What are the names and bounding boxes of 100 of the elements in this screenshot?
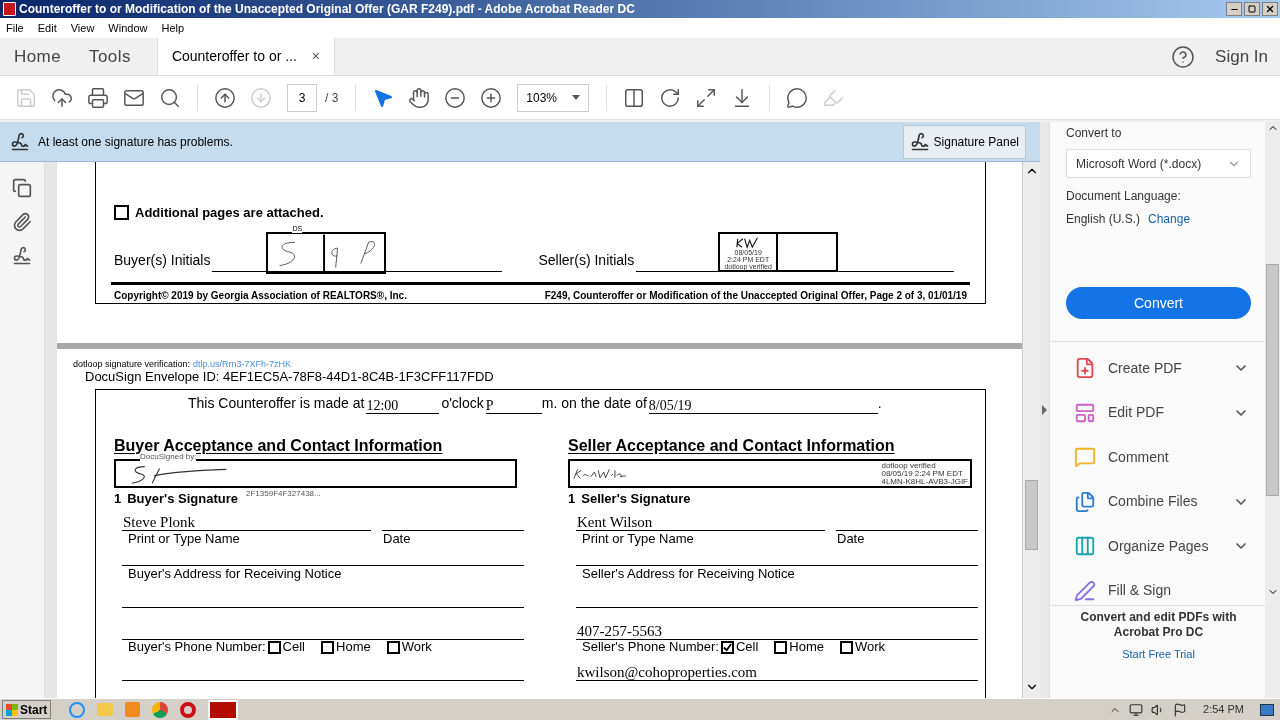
language-value: English (U.S.): [1066, 211, 1141, 228]
form-text: This Counteroffer is made at: [188, 394, 365, 413]
close-tab-button[interactable]: ×: [311, 46, 320, 67]
page-number-field[interactable]: 3: [287, 83, 317, 112]
nav-tab[interactable]: Home: [0, 38, 76, 75]
field-label: Buyer(s) Initials: [114, 251, 211, 270]
caret-icon: [572, 95, 581, 100]
fill-in-line: P: [485, 398, 542, 414]
email-value: kwilson@cohoproperties.com: [576, 664, 758, 680]
banner-message: At least one signature has problems.: [38, 133, 233, 151]
tool-label: Create PDF: [1108, 358, 1183, 378]
format-dropdown[interactable]: Microsoft Word (*.docx): [1066, 149, 1251, 178]
option-label: Cell: [735, 639, 759, 655]
form-text: o'clock: [441, 394, 484, 413]
section-heading: Buyer Acceptance and Contact Information: [114, 436, 444, 454]
menu-item[interactable]: Edit: [37, 19, 57, 37]
phone-value: 407-257-5563: [576, 623, 662, 639]
tool-label: Combine Files: [1108, 492, 1199, 512]
line-number: 1: [114, 491, 122, 506]
verification-link[interactable]: dtlp.us/Rrn3-7XFh-7zHK: [193, 359, 292, 369]
fill-in-line: 12:00: [366, 398, 440, 414]
menu-item[interactable]: Help: [161, 19, 185, 37]
convert-button[interactable]: Convert: [1066, 287, 1251, 319]
show-desktop-icon[interactable]: [1260, 703, 1274, 716]
footer-text: Copyright© 2019 by Georgia Association of REALTORS®, Inc.: [114, 289, 407, 303]
pen-icon: [1074, 579, 1096, 602]
signature-warning-icon: [10, 131, 30, 152]
stamp-label: 2F1359F4F327438...: [246, 489, 321, 498]
restore-button[interactable]: [1244, 2, 1260, 16]
close-icon: [1265, 4, 1275, 14]
network-icon[interactable]: [1129, 702, 1144, 717]
section-heading: Seller Acceptance and Contact Information: [568, 436, 896, 456]
signature-icon[interactable]: [12, 246, 32, 266]
field-label: Print or Type Name: [582, 531, 695, 547]
signature-panel-button[interactable]: Signature Panel: [902, 124, 1026, 159]
pdf-icon: [3, 2, 16, 16]
pages-icon: [1074, 535, 1096, 558]
pages-icon[interactable]: [12, 178, 32, 198]
option-label: Cell: [282, 639, 305, 655]
tool-label: Fill & Sign: [1108, 581, 1173, 601]
acrobat-taskbar-icon[interactable]: [208, 699, 239, 720]
tool-item[interactable]: Combine Files: [1066, 479, 1251, 524]
attachment-icon[interactable]: [12, 212, 32, 232]
field-label: Document Language:: [1066, 188, 1182, 205]
scroll-thumb[interactable]: [1025, 480, 1038, 550]
file-plus-icon: [1074, 357, 1096, 380]
menu-item[interactable]: File: [6, 19, 24, 37]
tab-label: Counteroffer to or ...: [171, 47, 297, 66]
signature-icon: [909, 131, 930, 152]
tool-label: Edit PDF: [1108, 403, 1165, 423]
option-label: Home: [789, 639, 824, 655]
option-label: Work: [855, 639, 886, 655]
field-label: Buyer's Phone Number:: [128, 639, 266, 655]
tool-item[interactable]: Organize Pages: [1066, 524, 1251, 569]
field-label: Convert to: [1066, 125, 1123, 142]
field-label: Date: [837, 531, 865, 547]
panel-collapse-handle[interactable]: [1040, 122, 1050, 698]
option-label: Work: [401, 639, 432, 655]
signature-drawing: [572, 466, 628, 481]
tool-item[interactable]: Create PDF: [1066, 346, 1251, 391]
stamp-text: 4LMN-K8HL-AVB3-JGIF: [881, 477, 968, 486]
tool-label: Organize Pages: [1108, 536, 1210, 556]
close-button[interactable]: [1262, 2, 1278, 16]
footer-text: F249, Counteroffer or Modification of the Unaccepted Original Offer, Page 2 of 3, 01/01/19: [544, 289, 967, 303]
opera-icon[interactable]: [180, 701, 197, 718]
document-tab[interactable]: Counteroffer to or ... ×: [156, 38, 335, 75]
change-link[interactable]: Change: [1148, 210, 1191, 228]
scroll-thumb[interactable]: [1266, 264, 1279, 496]
menu-item[interactable]: View: [70, 19, 95, 37]
tool-item[interactable]: Comment: [1066, 435, 1251, 480]
layout-icon: [1074, 401, 1096, 424]
windows-logo-icon: [6, 703, 18, 716]
zoom-dropdown[interactable]: 103%: [517, 83, 590, 112]
tool-item[interactable]: Edit PDF: [1066, 390, 1251, 435]
chrome-icon[interactable]: [152, 701, 169, 718]
field-label: Seller's Address for Receiving Notice: [582, 566, 796, 582]
speech-bubble-icon: [1074, 446, 1096, 469]
nav-tab[interactable]: Tools: [75, 38, 145, 75]
files-icon: [1074, 490, 1096, 513]
option-label: Home: [336, 639, 371, 655]
minimize-button[interactable]: [1226, 2, 1242, 16]
stamp-label: DocuSigned by:: [140, 452, 197, 461]
trial-link[interactable]: Start Free Trial: [1066, 646, 1251, 663]
field-label: Seller(s) Initials: [538, 251, 635, 270]
help-icon: [1171, 44, 1196, 69]
field-label: Seller's Signature: [581, 491, 691, 506]
tool-item[interactable]: Fill & Sign: [1066, 568, 1251, 605]
tool-label: Comment: [1108, 447, 1170, 467]
checkbox-label: Additional pages are attached.: [135, 204, 324, 222]
flag-icon[interactable]: [1173, 702, 1188, 717]
verification-label: dotloop signature verification:: [73, 359, 191, 369]
sign-in-link[interactable]: Sign In: [1215, 38, 1268, 75]
start-button[interactable]: Start: [2, 700, 52, 719]
field-label: Buyer's Signature: [127, 491, 238, 506]
line-number: 1: [568, 491, 576, 506]
promo-text: Convert and edit PDFs with Acrobat Pro DC: [1079, 610, 1238, 640]
menu-item[interactable]: Window: [108, 19, 148, 37]
field-label: Buyer's Address for Receiving Notice: [128, 566, 343, 582]
stamp-text: dotloop verified: [881, 461, 936, 470]
clock: 2:54 PM: [1203, 702, 1244, 718]
